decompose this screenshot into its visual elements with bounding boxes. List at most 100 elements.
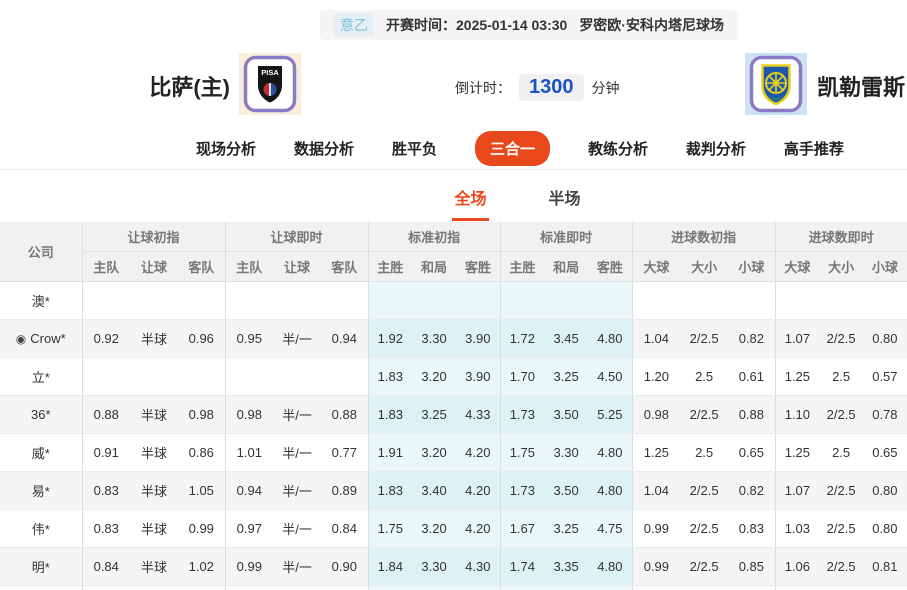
nav-tab-现场分析[interactable]: 现场分析 bbox=[196, 138, 256, 159]
odds-cell bbox=[500, 282, 544, 320]
odds-cell: 3.25 bbox=[412, 396, 456, 434]
odds-cell: 半/一 bbox=[273, 472, 321, 510]
sub-column-header: 小球 bbox=[863, 252, 907, 282]
odds-cell: 0.85 bbox=[728, 548, 775, 586]
company-cell: 威* bbox=[0, 434, 82, 472]
odds-cell bbox=[775, 282, 819, 320]
odds-cell bbox=[456, 282, 500, 320]
sub-column-header: 客胜 bbox=[456, 252, 500, 282]
odds-cell: 半球 bbox=[273, 586, 321, 590]
odds-cell bbox=[130, 282, 178, 320]
odds-cell: 1.73 bbox=[500, 472, 544, 510]
odds-cell: 0.84 bbox=[82, 548, 130, 586]
odds-cell: 0.84 bbox=[321, 510, 368, 548]
odds-cell: 0.80 bbox=[863, 472, 907, 510]
odds-cell bbox=[544, 282, 588, 320]
odds-cell: 半球 bbox=[130, 510, 178, 548]
odds-cell: 0.98 bbox=[225, 396, 273, 434]
odds-cell: 1.72 bbox=[500, 320, 544, 358]
countdown-unit: 分钟 bbox=[592, 78, 620, 98]
odds-cell: 2/2.5 bbox=[819, 472, 863, 510]
odds-cell: 1.83 bbox=[368, 472, 412, 510]
period-tab-全场[interactable]: 全场 bbox=[452, 181, 488, 221]
company-cell: ◉Crow* bbox=[0, 320, 82, 358]
odds-cell: 1.07 bbox=[775, 320, 819, 358]
odds-cell: 半球 bbox=[130, 434, 178, 472]
odds-cell bbox=[412, 282, 456, 320]
odds-cell: 1.25 bbox=[775, 358, 819, 396]
odds-cell: 0.98 bbox=[178, 396, 225, 434]
odds-cell: 1.75 bbox=[368, 510, 412, 548]
odds-cell bbox=[321, 358, 368, 396]
away-team-name: 凯勒雷斯 bbox=[817, 70, 905, 102]
odds-cell bbox=[273, 282, 321, 320]
odds-cell: 4.80 bbox=[588, 434, 632, 472]
odds-cell: 0.88 bbox=[321, 396, 368, 434]
company-cell: 伟* bbox=[0, 510, 82, 548]
odds-cell bbox=[225, 282, 273, 320]
odds-cell: 0.90 bbox=[321, 548, 368, 586]
odds-cell: 3.20 bbox=[412, 434, 456, 472]
nav-tab-高手推荐[interactable]: 高手推荐 bbox=[784, 138, 844, 159]
odds-cell: 0.80 bbox=[82, 586, 130, 590]
main-nav: 现场分析 数据分析 胜平负 三合一 教练分析 裁判分析 高手推荐 bbox=[0, 128, 907, 170]
nav-tab-胜平负[interactable]: 胜平负 bbox=[392, 138, 437, 159]
odds-cell: 2.5 bbox=[819, 434, 863, 472]
table-row: 澳* bbox=[0, 282, 907, 320]
odds-cell: 0.90 bbox=[178, 586, 225, 590]
odds-cell: 1.75 bbox=[500, 434, 544, 472]
nav-tab-数据分析[interactable]: 数据分析 bbox=[294, 138, 354, 159]
odds-cell: 4.80 bbox=[588, 320, 632, 358]
sub-column-header: 大球 bbox=[775, 252, 819, 282]
odds-cell: 2/2.5 bbox=[680, 396, 728, 434]
sub-column-header: 和局 bbox=[544, 252, 588, 282]
sub-column-header: 主胜 bbox=[500, 252, 544, 282]
period-tab-半场[interactable]: 半场 bbox=[547, 181, 583, 221]
odds-cell: 半/一 bbox=[273, 510, 321, 548]
odds-cell: 4.33 bbox=[456, 396, 500, 434]
sub-column-header: 客队 bbox=[321, 252, 368, 282]
odds-cell bbox=[588, 282, 632, 320]
odds-cell: 半/一 bbox=[273, 434, 321, 472]
league-badge: 意乙 bbox=[334, 13, 374, 37]
group-header: 进球数即时 bbox=[775, 222, 907, 252]
odds-cell: 4.80 bbox=[588, 472, 632, 510]
odds-cell: 1.83 bbox=[368, 586, 412, 590]
sub-column-header: 大小 bbox=[819, 252, 863, 282]
odds-cell: 2/2.5 bbox=[819, 320, 863, 358]
column-header-company: 公司 bbox=[0, 222, 82, 282]
odds-cell: 3.50 bbox=[544, 472, 588, 510]
odds-cell: 1.84 bbox=[368, 548, 412, 586]
odds-cell bbox=[368, 282, 412, 320]
odds-cell: 3.20 bbox=[412, 510, 456, 548]
odds-cell: 3.30 bbox=[412, 320, 456, 358]
odds-cell: 0.97 bbox=[225, 510, 273, 548]
odds-cell bbox=[728, 282, 775, 320]
odds-cell: 1.25 bbox=[632, 434, 680, 472]
odds-cell: 2/2.5 bbox=[680, 472, 728, 510]
odds-cell: 0.55 bbox=[863, 586, 907, 590]
odds-cell: 5.25 bbox=[588, 396, 632, 434]
odds-cell: 0.99 bbox=[225, 548, 273, 586]
sub-column-header: 客队 bbox=[178, 252, 225, 282]
odds-cell: 4.20 bbox=[456, 472, 500, 510]
odds-cell: 0.94 bbox=[321, 320, 368, 358]
odds-cell: 0.89 bbox=[321, 472, 368, 510]
company-cell: Interwet* bbox=[0, 586, 82, 590]
nav-tab-三合一[interactable]: 三合一 bbox=[475, 131, 550, 166]
odds-cell: 4.20 bbox=[456, 510, 500, 548]
odds-cell bbox=[225, 358, 273, 396]
sub-column-header: 小球 bbox=[728, 252, 775, 282]
odds-cell: 1.20 bbox=[632, 586, 680, 590]
nav-tab-教练分析[interactable]: 教练分析 bbox=[588, 138, 648, 159]
odds-cell: 半/一 bbox=[273, 548, 321, 586]
odds-cell: 0.80 bbox=[863, 510, 907, 548]
nav-tab-裁判分析[interactable]: 裁判分析 bbox=[686, 138, 746, 159]
odds-cell: 0.83 bbox=[82, 510, 130, 548]
odds-cell bbox=[82, 358, 130, 396]
odds-cell: 0.83 bbox=[728, 510, 775, 548]
odds-cell: 3.50 bbox=[544, 396, 588, 434]
odds-cell: 0.96 bbox=[178, 320, 225, 358]
odds-cell: 1.74 bbox=[500, 548, 544, 586]
table-row: 立*1.833.203.901.703.254.501.202.50.611.2… bbox=[0, 358, 907, 396]
